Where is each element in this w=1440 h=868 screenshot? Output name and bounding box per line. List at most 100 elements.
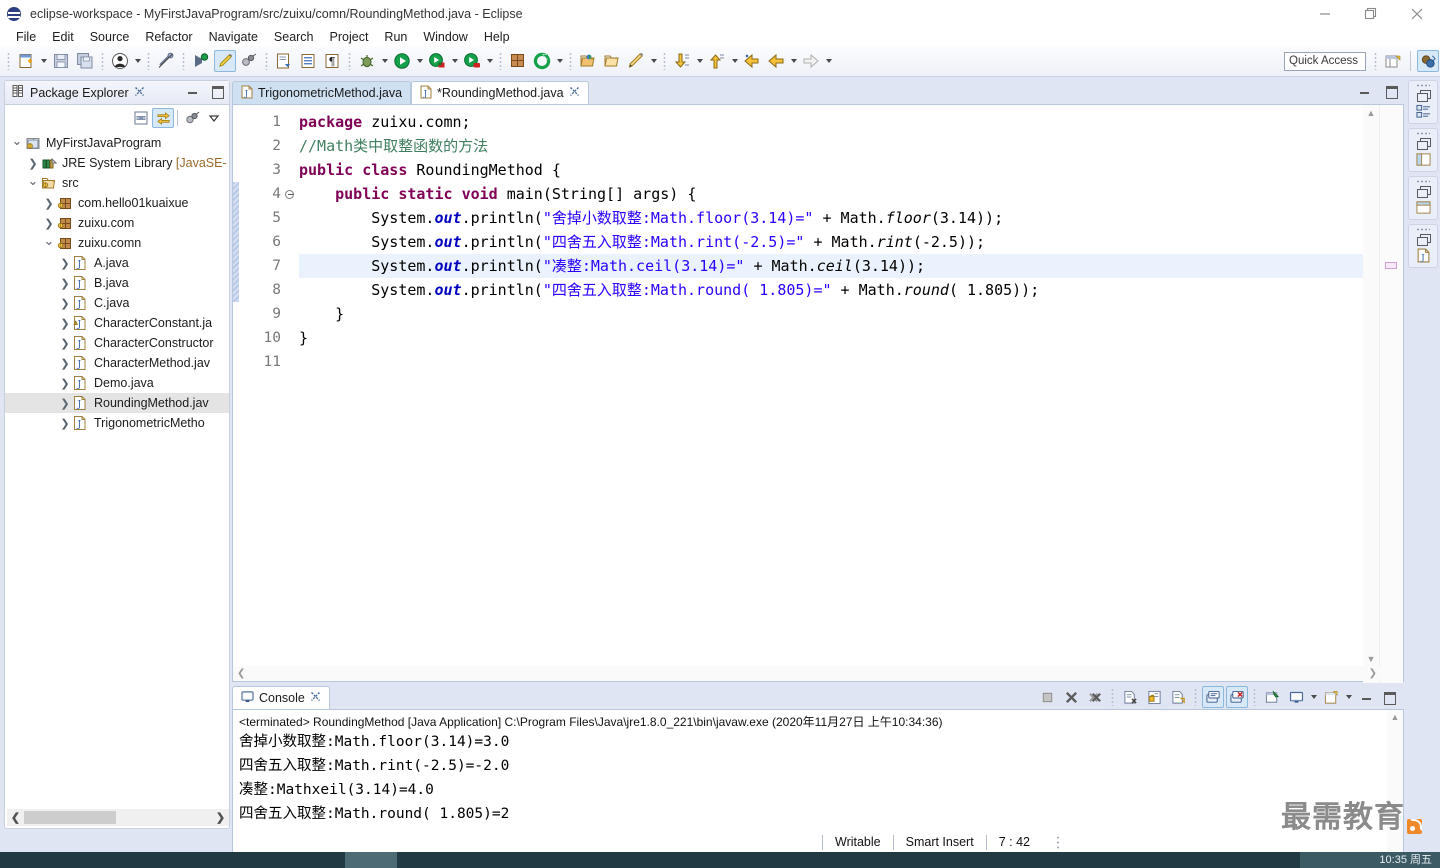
maximize-view-icon[interactable] (1382, 690, 1396, 705)
chevron-right-icon[interactable]: ❯ (57, 275, 73, 291)
clear-console-icon[interactable] (1119, 686, 1141, 708)
refresh-dropdown-icon[interactable] (554, 51, 565, 71)
menu-search[interactable]: Search (266, 29, 322, 45)
minimize-view-icon[interactable] (186, 84, 200, 98)
code-line[interactable]: //Math类中取整函数的方法 (299, 134, 1379, 158)
tab-package-explorer[interactable]: Package Explorer (5, 81, 151, 105)
new-java-class-icon[interactable] (507, 50, 529, 72)
fold-marker[interactable] (285, 182, 299, 206)
overview-marker[interactable] (1385, 262, 1397, 269)
fold-marker[interactable] (285, 134, 299, 158)
user-icon[interactable] (109, 50, 131, 72)
external-tools-dropdown-icon[interactable] (449, 51, 460, 71)
drag-handle[interactable] (1416, 227, 1430, 232)
run-icon[interactable] (391, 50, 413, 72)
chevron-right-icon[interactable]: ❯ (57, 315, 73, 331)
chevron-right-icon[interactable]: ❯ (41, 195, 57, 211)
scroll-up-icon[interactable]: ▲ (1363, 105, 1379, 121)
back-icon[interactable] (741, 50, 763, 72)
menu-run[interactable]: Run (376, 29, 415, 45)
fastview-group-java-file[interactable]: J (1408, 224, 1438, 268)
collapse-all-icon[interactable] (130, 108, 152, 128)
tree-item[interactable]: ❯ J CharacterConstant.ja (5, 313, 229, 333)
taskbar-item[interactable] (345, 852, 397, 868)
green-refresh-icon[interactable] (531, 50, 553, 72)
restore-view-icon[interactable] (1416, 90, 1431, 102)
drag-handle[interactable] (1416, 131, 1430, 136)
minimize-icon[interactable] (1302, 0, 1348, 28)
scroll-lock-icon[interactable] (1143, 686, 1165, 708)
code-line[interactable]: System.out.println("四舍五入取整:Math.round( 1… (299, 278, 1379, 302)
code-line[interactable]: package zuixu.comn; (299, 110, 1379, 134)
remove-all-terminated-icon[interactable] (1084, 686, 1106, 708)
fold-marker[interactable] (285, 278, 299, 302)
maximize-view-icon[interactable] (1384, 84, 1398, 99)
debug-dropdown-icon[interactable] (379, 51, 390, 71)
menu-edit[interactable]: Edit (44, 29, 82, 45)
close-view-icon[interactable] (134, 86, 145, 100)
editor-overview-ruler[interactable] (1379, 105, 1403, 683)
toggle-mark-occurrences-icon[interactable] (238, 50, 260, 72)
code-line[interactable]: System.out.println("凑整:Math.ceil(3.14)="… (299, 254, 1379, 278)
restore-icon[interactable] (1348, 0, 1394, 28)
forward-dropdown-icon[interactable] (823, 51, 834, 71)
chevron-down-icon[interactable]: ⌄ (41, 233, 57, 251)
close-tab-icon[interactable] (310, 691, 321, 705)
outline-icon[interactable] (1415, 103, 1432, 120)
pin-console-icon[interactable] (1261, 686, 1283, 708)
chevron-right-icon[interactable]: ❯ (57, 295, 73, 311)
tab-console[interactable]: Console (232, 686, 330, 709)
java-file-icon[interactable]: J (1415, 247, 1432, 264)
tree-item[interactable]: ❯ J CharacterMethod.jav (5, 353, 229, 373)
view-menu-icon[interactable] (203, 108, 225, 128)
maximize-view-icon[interactable] (210, 84, 224, 99)
display-selected-console-icon[interactable] (1285, 686, 1307, 708)
minimize-view-icon[interactable] (1358, 84, 1372, 98)
user-dropdown-icon[interactable] (132, 51, 143, 71)
new-wizard-dropdown-icon[interactable] (38, 51, 49, 71)
debug-icon[interactable] (356, 50, 378, 72)
link-with-editor-icon[interactable] (152, 108, 174, 128)
toggle-breakpoint-icon[interactable] (155, 50, 177, 72)
editor-vscrollbar[interactable]: ▲ ▼ (1363, 105, 1379, 683)
editor-fold-column[interactable] (285, 105, 299, 681)
fold-marker[interactable] (285, 350, 299, 374)
code-line[interactable]: } (299, 302, 1379, 326)
tree-item[interactable]: ⌄ J MyFirstJavaProgram (5, 133, 229, 153)
scroll-thumb[interactable] (24, 811, 116, 824)
tree-item[interactable]: ❯ J RoundingMethod.jav (5, 393, 229, 413)
chevron-right-icon[interactable]: ❯ (57, 395, 73, 411)
tree-item[interactable]: ❯ J Demo.java (5, 373, 229, 393)
pilcrow-icon[interactable]: ¶ (321, 50, 343, 72)
status-drag-handle[interactable] (1055, 835, 1060, 849)
menu-navigate[interactable]: Navigate (201, 29, 266, 45)
left-panel-icon[interactable] (1415, 151, 1432, 168)
tree-item[interactable]: ⌄ Jzuixu.comn (5, 233, 229, 253)
code-line[interactable]: public static void main(String[] args) { (299, 182, 1379, 206)
fold-marker[interactable] (285, 158, 299, 182)
code-line[interactable]: System.out.println("舍掉小数取整:Math.floor(3.… (299, 206, 1379, 230)
tree-item[interactable]: ❯ J B.java (5, 273, 229, 293)
scroll-up-icon[interactable]: ▲ (1387, 710, 1403, 724)
editor-area-icon[interactable] (1415, 199, 1432, 216)
java-perspective-icon[interactable] (1417, 50, 1439, 72)
tree-item[interactable]: ❯ J C.java (5, 293, 229, 313)
menu-refactor[interactable]: Refactor (137, 29, 200, 45)
chevron-right-icon[interactable]: ❯ (57, 255, 73, 271)
menu-project[interactable]: Project (322, 29, 377, 45)
display-console-dropdown-icon[interactable] (1308, 687, 1319, 707)
show-console-when-output-icon[interactable] (1202, 686, 1224, 708)
tree-item[interactable]: ❯ J TrigonometricMetho (5, 413, 229, 433)
tree-item[interactable]: ❯ J CharacterConstructor (5, 333, 229, 353)
open-console-icon[interactable] (1320, 686, 1342, 708)
tree-item[interactable]: ❯ JRE System Library [JavaSE- (5, 153, 229, 173)
chevron-right-icon[interactable]: ❯ (57, 335, 73, 351)
minimize-view-icon[interactable] (1360, 690, 1374, 704)
forward-icon[interactable] (800, 50, 822, 72)
editor-tab-trigonometricmethod[interactable]: J TrigonometricMethod.java (232, 81, 412, 104)
scroll-down-icon[interactable]: ▼ (1363, 651, 1379, 667)
taskbar-clock[interactable]: 10:35 周五 (1379, 852, 1432, 868)
fold-marker[interactable] (285, 302, 299, 326)
back-history-icon[interactable] (765, 50, 787, 72)
terminate-icon[interactable] (1036, 686, 1058, 708)
